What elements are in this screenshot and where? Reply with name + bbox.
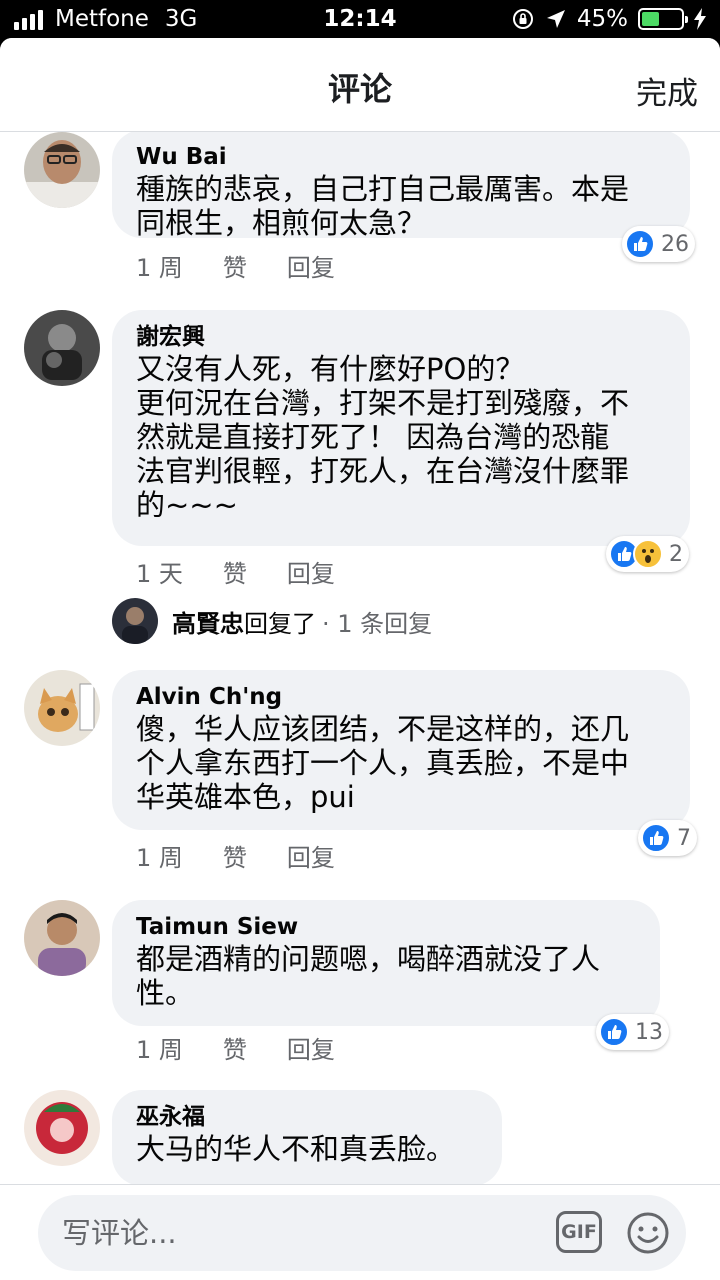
page-title: 评论 [327, 70, 392, 108]
emoji-icon[interactable] [626, 1211, 670, 1255]
comment-text: 大马的华人不和真丢脸。 [136, 1132, 456, 1166]
avatar[interactable] [24, 310, 100, 386]
location-arrow-icon [546, 10, 565, 28]
comment-author[interactable]: Wu Bai [136, 142, 666, 172]
comment-text: 都是酒精的问题嗯，喝醉酒就没了人 性。 [136, 942, 636, 1010]
comment-time: 1 天 [136, 560, 183, 588]
comment-text-line: 種族的悲哀，自己打自己最厲害。本是 [136, 172, 630, 206]
comment-author[interactable]: Taimun Siew [136, 912, 636, 942]
like-button[interactable]: 赞 [223, 554, 247, 589]
like-reaction-icon [641, 823, 671, 853]
header: 评论 完成 [0, 38, 720, 132]
reaction-summary[interactable]: 7 [638, 820, 697, 856]
comment-bubble[interactable]: Alvin Ch'ng 傻，华人应该团结，不是这样的，还几 个人拿东西打一个人，… [112, 670, 690, 830]
like-button[interactable]: 赞 [223, 1030, 247, 1065]
comment-bubble[interactable]: 巫永福 大马的华人不和真丢脸。 [112, 1090, 502, 1184]
comment-text: 又沒有人死，有什麼好PO的？ 更何況在台灣，打架不是打到殘廢，不 然就是直接打死… [136, 352, 666, 522]
comment-bubble[interactable]: Wu Bai 種族的悲哀，自己打自己最厲害。本是 同根生，相煎何太急？ [112, 132, 690, 240]
comment-text: 傻，华人应该团结，不是这样的，还几 个人拿东西打一个人，真丢脸，不是中 华英雄本… [136, 712, 666, 814]
comment-input[interactable] [62, 1213, 502, 1253]
avatar[interactable] [24, 132, 100, 208]
comment-list[interactable]: Wu Bai 種族的悲哀，自己打自己最厲害。本是 同根生，相煎何太急？ 26 1… [0, 132, 720, 1184]
comment-text-line: 同根生，相煎何太急？ [136, 206, 427, 240]
comment-bubble[interactable]: 謝宏興 又沒有人死，有什麼好PO的？ 更何況在台灣，打架不是打到殘廢，不 然就是… [112, 310, 690, 546]
reply-button[interactable]: 回复 [287, 1030, 335, 1065]
comment-author[interactable]: 謝宏興 [136, 322, 666, 352]
reaction-summary[interactable]: 26 [622, 226, 695, 262]
avatar[interactable] [24, 1090, 100, 1166]
status-right: 45% [511, 6, 706, 32]
comment-text-line: 又沒有人死，有什麼好PO的？ [136, 352, 525, 386]
comment-text: 種族的悲哀，自己打自己最厲害。本是 同根生，相煎何太急？ [136, 172, 666, 240]
reaction-count: 2 [669, 541, 683, 567]
gif-label: GIF [561, 1221, 597, 1243]
battery-fill [642, 12, 660, 26]
avatar[interactable] [24, 900, 100, 976]
comment-text-line: 个人拿东西打一个人，真丢脸，不是中 [136, 746, 630, 780]
reply-verb: 回复了 [244, 609, 316, 638]
comment-time: 1 周 [136, 254, 183, 282]
composer: GIF [38, 1195, 686, 1271]
like-button[interactable]: 赞 [223, 838, 247, 873]
comment-text-line: 更何況在台灣，打架不是打到殘廢，不 [136, 386, 630, 420]
view-replies-link[interactable]: 高賢忠 回复了 · 1 条回复 [112, 598, 432, 644]
reply-button[interactable]: 回复 [287, 554, 335, 589]
comment-text-line: 傻，华人应该团结，不是这样的，还几 [136, 712, 630, 746]
comment-meta: 1 周 赞 回复 [136, 248, 335, 283]
comment-time: 1 周 [136, 1036, 183, 1064]
reaction-count: 26 [661, 231, 689, 257]
comment-bubble[interactable]: Taimun Siew 都是酒精的问题嗯，喝醉酒就没了人 性。 [112, 900, 660, 1026]
battery-percent: 45% [576, 6, 628, 32]
reaction-count: 13 [635, 1019, 663, 1045]
status-bar: Metfone 3G 12:14 45% [0, 0, 720, 40]
like-reaction-icon [625, 229, 655, 259]
comment-author[interactable]: Alvin Ch'ng [136, 682, 666, 712]
reply-button[interactable]: 回复 [287, 838, 335, 873]
charging-bolt-icon [694, 8, 706, 30]
reply-count: · 1 条回复 [322, 609, 433, 638]
comment-text-line: 然就是直接打死了！ 因為台灣的恐龍 [136, 420, 610, 454]
comment-text-line: 性。 [136, 976, 195, 1010]
comment-meta: 1 周 赞 回复 [136, 1030, 335, 1065]
battery-icon [638, 8, 688, 30]
comment-meta: 1 周 赞 回复 [136, 838, 335, 873]
comment-text-line: 华英雄本色，pui [136, 780, 355, 814]
reaction-summary[interactable]: 13 [596, 1014, 669, 1050]
reaction-count: 7 [677, 825, 691, 851]
gif-button[interactable]: GIF [556, 1211, 602, 1253]
orientation-lock-icon [512, 9, 533, 29]
comments-sheet: 评论 完成 Wu Bai 種族的悲哀，自己打自己最厲害。本是 同根生，相煎何太急… [0, 38, 720, 1280]
wow-reaction-icon [633, 539, 663, 569]
comment-author[interactable]: 巫永福 [136, 1102, 478, 1132]
done-button[interactable]: 完成 [636, 68, 698, 113]
comment-text-line: 都是酒精的问题嗯，喝醉酒就没了人 [136, 942, 601, 976]
comment-meta: 1 天 赞 回复 [136, 554, 335, 589]
composer-bar: GIF [0, 1184, 720, 1280]
reply-author: 高賢忠 [172, 609, 244, 638]
like-button[interactable]: 赞 [223, 248, 247, 283]
avatar[interactable] [24, 670, 100, 746]
comment-time: 1 周 [136, 844, 183, 872]
reaction-summary[interactable]: 2 [606, 536, 689, 572]
like-reaction-icon [599, 1017, 629, 1047]
comment-text-line: 法官判很輕，打死人，在台灣沒什麼罪 [136, 454, 630, 488]
comment-text-line: 的~~~ [136, 488, 238, 522]
reply-button[interactable]: 回复 [287, 248, 335, 283]
reply-avatar [112, 598, 158, 644]
